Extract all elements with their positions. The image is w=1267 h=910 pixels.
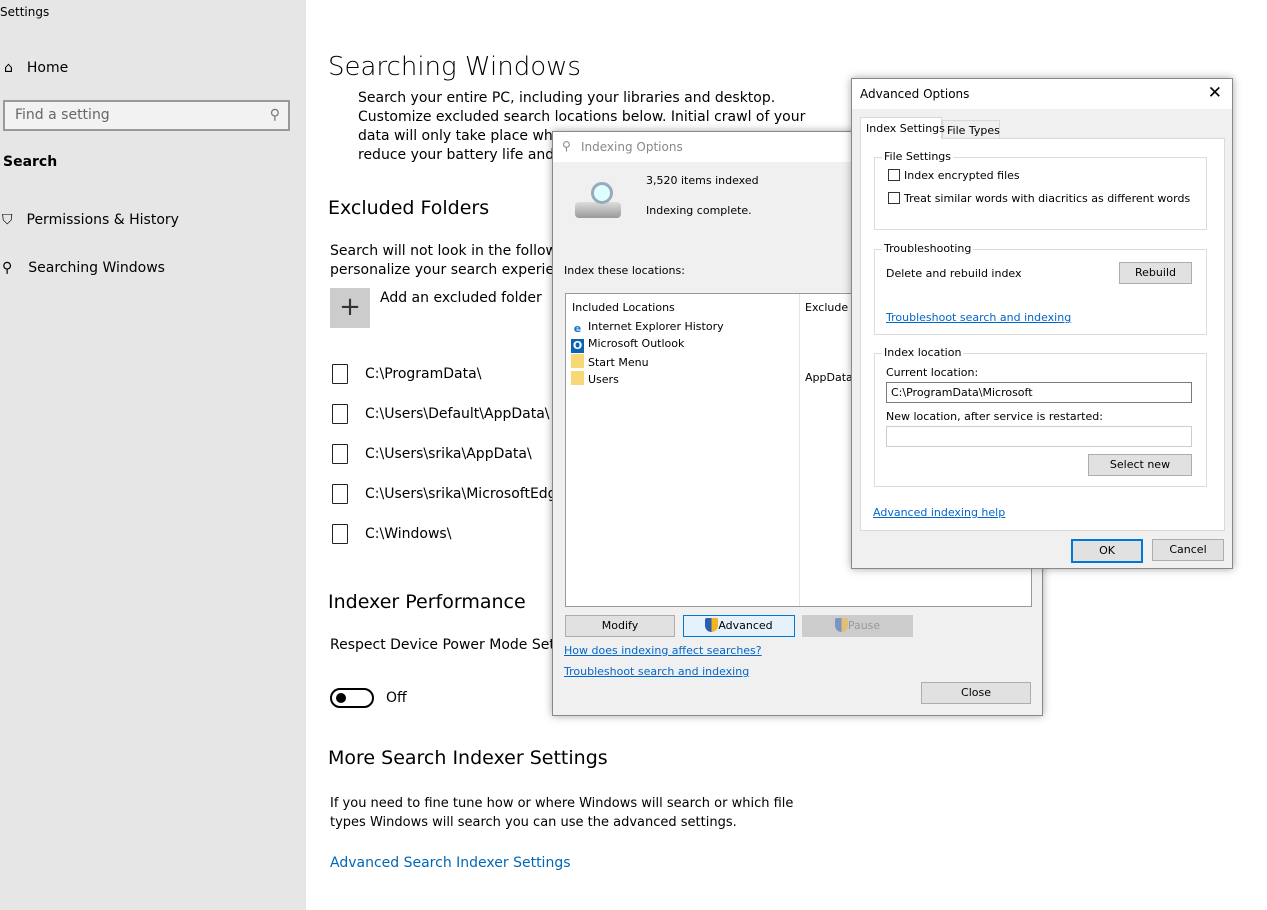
home-icon: ⌂	[4, 60, 13, 76]
items-indexed-count: 3,520 items indexed	[646, 174, 759, 187]
group-label: Index location	[882, 346, 964, 359]
window-title: Settings	[0, 5, 50, 19]
search-input[interactable]: Find a setting ⚲	[3, 100, 290, 131]
troubleshooting-group: Troubleshooting Delete and rebuild index…	[874, 242, 1207, 335]
page-title: Searching Windows	[328, 52, 581, 82]
advanced-options-dialog: Advanced Options ✕ Index Settings File Ty…	[851, 78, 1233, 569]
power-mode-label: Respect Device Power Mode Setting	[330, 637, 582, 653]
modify-button[interactable]: Modify	[565, 615, 675, 637]
folder-icon	[332, 483, 348, 504]
location-exclude: AppData;	[805, 371, 857, 384]
folder-icon	[571, 354, 584, 368]
group-label: Troubleshooting	[882, 242, 974, 255]
indexing-status: Indexing complete.	[646, 204, 752, 217]
current-location-label: Current location:	[886, 366, 979, 379]
dialog-titlebar: Advanced Options ✕	[852, 79, 1232, 109]
close-button[interactable]: Close	[921, 682, 1031, 704]
indexing-icon: ⚲	[562, 139, 571, 153]
troubleshoot-link[interactable]: Troubleshoot search and indexing	[564, 665, 749, 678]
diacritics-checkbox[interactable]: Treat similar words with diacritics as d…	[888, 192, 1190, 205]
excluded-desc: personalize your search experience.	[330, 262, 584, 278]
plus-icon: +	[339, 292, 361, 322]
add-folder-button[interactable]: +	[330, 288, 370, 328]
folder-icon	[332, 403, 348, 424]
dialog-title: Advanced Options	[860, 87, 970, 101]
outlook-icon: O	[571, 339, 584, 353]
close-icon[interactable]: ✕	[1208, 83, 1222, 103]
column-header-included[interactable]: Included Locations	[572, 301, 675, 314]
ok-button[interactable]: OK	[1071, 539, 1143, 563]
more-settings-title: More Search Indexer Settings	[328, 747, 608, 769]
power-mode-toggle[interactable]	[330, 688, 374, 708]
toggle-state: Off	[386, 690, 407, 706]
sidebar-item-permissions[interactable]: ⛉ Permissions & History	[2, 212, 179, 228]
more-desc: types Windows will search you can use th…	[330, 815, 737, 830]
intro-text: Search your entire PC, including your li…	[358, 90, 776, 106]
excluded-folder-item[interactable]: C:\Users\srika\AppData\	[332, 443, 532, 464]
more-desc: If you need to fine tune how or where Wi…	[330, 796, 794, 811]
search-icon: ⚲	[2, 260, 13, 276]
drive-magnifier-icon	[573, 180, 625, 224]
sidebar-section-title: Search	[3, 154, 58, 170]
how-indexing-affects-link[interactable]: How does indexing affect searches?	[564, 644, 762, 657]
index-location-group: Index location Current location: C:\Prog…	[874, 346, 1207, 487]
group-label: File Settings	[882, 150, 954, 163]
cancel-button[interactable]: Cancel	[1152, 539, 1224, 561]
ie-icon: e	[571, 322, 584, 336]
troubleshoot-link[interactable]: Troubleshoot search and indexing	[886, 311, 1071, 324]
new-location-label: New location, after service is restarted…	[886, 410, 1103, 423]
excluded-folder-item[interactable]: C:\ProgramData\	[332, 363, 481, 384]
add-folder-label: Add an excluded folder	[380, 290, 542, 306]
tab-file-types[interactable]: File Types	[942, 120, 1000, 139]
sidebar-item-searching-windows[interactable]: ⚲ Searching Windows	[2, 260, 165, 276]
excluded-folder-item[interactable]: C:\Windows\	[332, 523, 451, 544]
pause-button[interactable]: Pause	[802, 615, 913, 637]
advanced-indexer-settings-link[interactable]: Advanced Search Indexer Settings	[330, 855, 571, 871]
file-settings-group: File Settings Index encrypted files Trea…	[874, 150, 1207, 230]
excluded-desc: Search will not look in the following	[330, 243, 579, 259]
search-icon: ⚲	[269, 107, 280, 123]
excluded-folders-title: Excluded Folders	[328, 197, 490, 219]
column-header-exclude[interactable]: Exclude	[805, 301, 848, 314]
sidebar-item-home[interactable]: ⌂ Home	[4, 60, 68, 76]
shield-monitor-icon: ⛉	[2, 212, 13, 228]
advanced-button[interactable]: Advanced	[683, 615, 795, 637]
advanced-indexing-help-link[interactable]: Advanced indexing help	[873, 506, 1005, 519]
locations-label: Index these locations:	[564, 264, 685, 277]
uac-shield-icon	[705, 618, 719, 632]
intro-text: Customize excluded search locations belo…	[358, 109, 806, 125]
folder-icon	[332, 443, 348, 464]
excluded-folder-item[interactable]: C:\Users\srika\MicrosoftEdgeB	[332, 483, 575, 504]
select-new-button[interactable]: Select new	[1088, 454, 1192, 476]
folder-icon	[332, 523, 348, 544]
tab-index-settings[interactable]: Index Settings	[860, 117, 945, 139]
folder-icon	[571, 371, 584, 385]
sidebar: Settings ⌂ Home Find a setting ⚲ Search ⛉ P…	[0, 0, 306, 910]
checkbox-box	[888, 192, 900, 204]
indexer-performance-title: Indexer Performance	[328, 591, 526, 613]
tab-panel: File Settings Index encrypted files Trea…	[860, 138, 1225, 531]
current-location-field[interactable]: C:\ProgramData\Microsoft	[886, 382, 1192, 403]
uac-shield-icon	[834, 618, 848, 632]
excluded-folder-item[interactable]: C:\Users\Default\AppData\	[332, 403, 550, 424]
checkbox-box	[888, 169, 900, 181]
folder-icon	[332, 363, 348, 384]
rebuild-button[interactable]: Rebuild	[1119, 262, 1192, 284]
rebuild-label: Delete and rebuild index	[886, 267, 1022, 280]
index-encrypted-checkbox[interactable]: Index encrypted files	[888, 169, 1020, 182]
new-location-field[interactable]	[886, 426, 1192, 447]
